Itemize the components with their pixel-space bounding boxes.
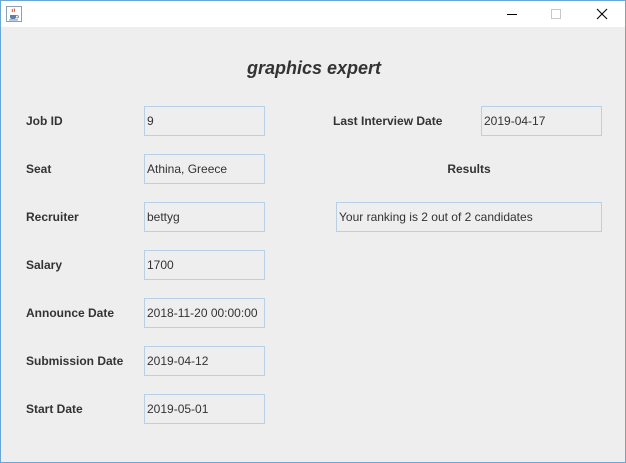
start-date-label: Start Date [26, 402, 83, 416]
announce-date-field[interactable]: 2018-11-20 00:00:00 [144, 298, 265, 328]
java-cup-icon[interactable] [6, 6, 22, 22]
page-title: graphics expert [246, 58, 382, 78]
close-icon [596, 8, 608, 20]
content-panel: graphics expert Job ID 9 Seat Athina, Gr… [1, 27, 625, 462]
submission-date-label: Submission Date [26, 354, 124, 368]
results-field[interactable]: Your ranking is 2 out of 2 candidates [336, 202, 602, 232]
seat-field[interactable]: Athina, Greece [144, 154, 265, 184]
close-button[interactable] [579, 1, 625, 27]
minimize-icon [507, 14, 517, 15]
job-id-field[interactable]: 9 [144, 106, 265, 136]
salary-label: Salary [26, 258, 63, 272]
title-bar[interactable] [1, 1, 625, 27]
submission-date-field[interactable]: 2019-04-12 [144, 346, 265, 376]
job-id-label: Job ID [26, 114, 63, 128]
salary-field[interactable]: 1700 [144, 250, 265, 280]
maximize-icon [551, 9, 561, 19]
results-label: Results [447, 162, 491, 176]
recruiter-label: Recruiter [26, 210, 79, 224]
last-interview-date-label: Last Interview Date [333, 114, 443, 128]
announce-date-label: Announce Date [26, 306, 115, 320]
start-date-field[interactable]: 2019-05-01 [144, 394, 265, 424]
seat-label: Seat [26, 162, 52, 176]
recruiter-field[interactable]: bettyg [144, 202, 265, 232]
minimize-button[interactable] [489, 1, 535, 27]
app-window: graphics expert Job ID 9 Seat Athina, Gr… [0, 0, 626, 463]
last-interview-date-field[interactable]: 2019-04-17 [481, 106, 602, 136]
maximize-button[interactable] [533, 1, 579, 27]
